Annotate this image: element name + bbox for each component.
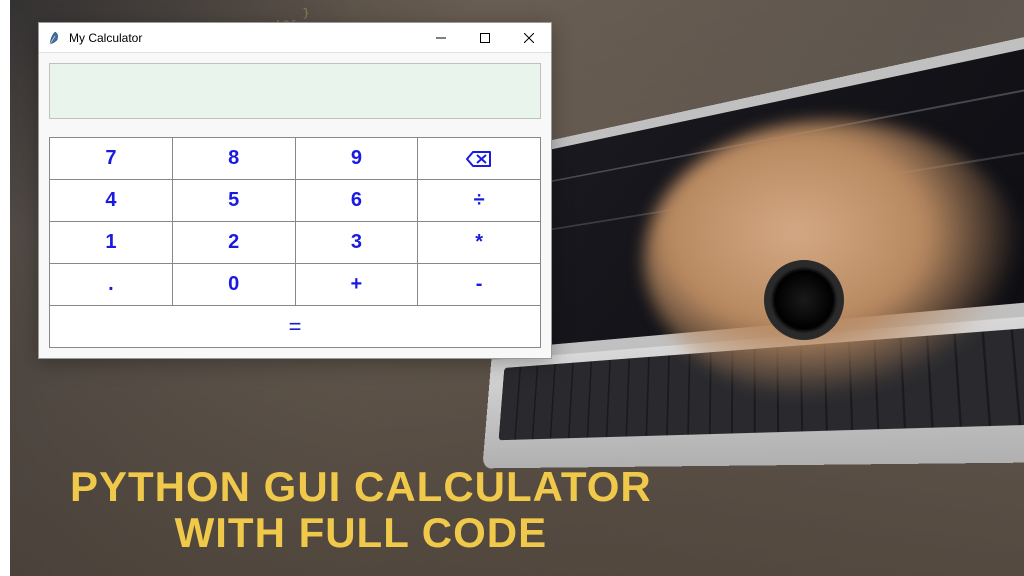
tkinter-feather-icon (47, 30, 63, 46)
maximize-button[interactable] (463, 23, 507, 53)
digit-2-button[interactable]: 2 (173, 222, 296, 264)
minus-button[interactable]: - (418, 264, 541, 306)
backspace-icon (466, 150, 492, 168)
decimal-button[interactable]: . (50, 264, 173, 306)
window-title: My Calculator (69, 31, 419, 45)
calculator-window: My Calculator 7 8 9 (38, 22, 552, 359)
window-body: 7 8 9 4 5 6 ÷ 1 2 3 * . 0 + - = (39, 53, 551, 358)
window-controls (419, 23, 551, 53)
digit-0-button[interactable]: 0 (173, 264, 296, 306)
caption: PYTHON GUI CALCULATOR WITH FULL CODE (70, 464, 652, 556)
plus-button[interactable]: + (296, 264, 419, 306)
digit-5-button[interactable]: 5 (173, 180, 296, 222)
multiply-button[interactable]: * (418, 222, 541, 264)
digit-9-button[interactable]: 9 (296, 138, 419, 180)
button-grid: 7 8 9 4 5 6 ÷ 1 2 3 * . 0 + - = (49, 137, 541, 348)
minimize-button[interactable] (419, 23, 463, 53)
digit-7-button[interactable]: 7 (50, 138, 173, 180)
titlebar[interactable]: My Calculator (39, 23, 551, 53)
equals-button[interactable]: = (50, 306, 541, 348)
digit-8-button[interactable]: 8 (173, 138, 296, 180)
divide-button[interactable]: ÷ (418, 180, 541, 222)
hand-graphic (644, 120, 1024, 400)
left-margin (0, 0, 10, 576)
watch-graphic (764, 260, 844, 340)
digit-4-button[interactable]: 4 (50, 180, 173, 222)
caption-line1: PYTHON GUI CALCULATOR (70, 464, 652, 510)
close-button[interactable] (507, 23, 551, 53)
calculator-display[interactable] (49, 63, 541, 119)
digit-3-button[interactable]: 3 (296, 222, 419, 264)
backspace-button[interactable] (418, 138, 541, 180)
caption-line2: WITH FULL CODE (70, 510, 652, 556)
digit-6-button[interactable]: 6 (296, 180, 419, 222)
digit-1-button[interactable]: 1 (50, 222, 173, 264)
